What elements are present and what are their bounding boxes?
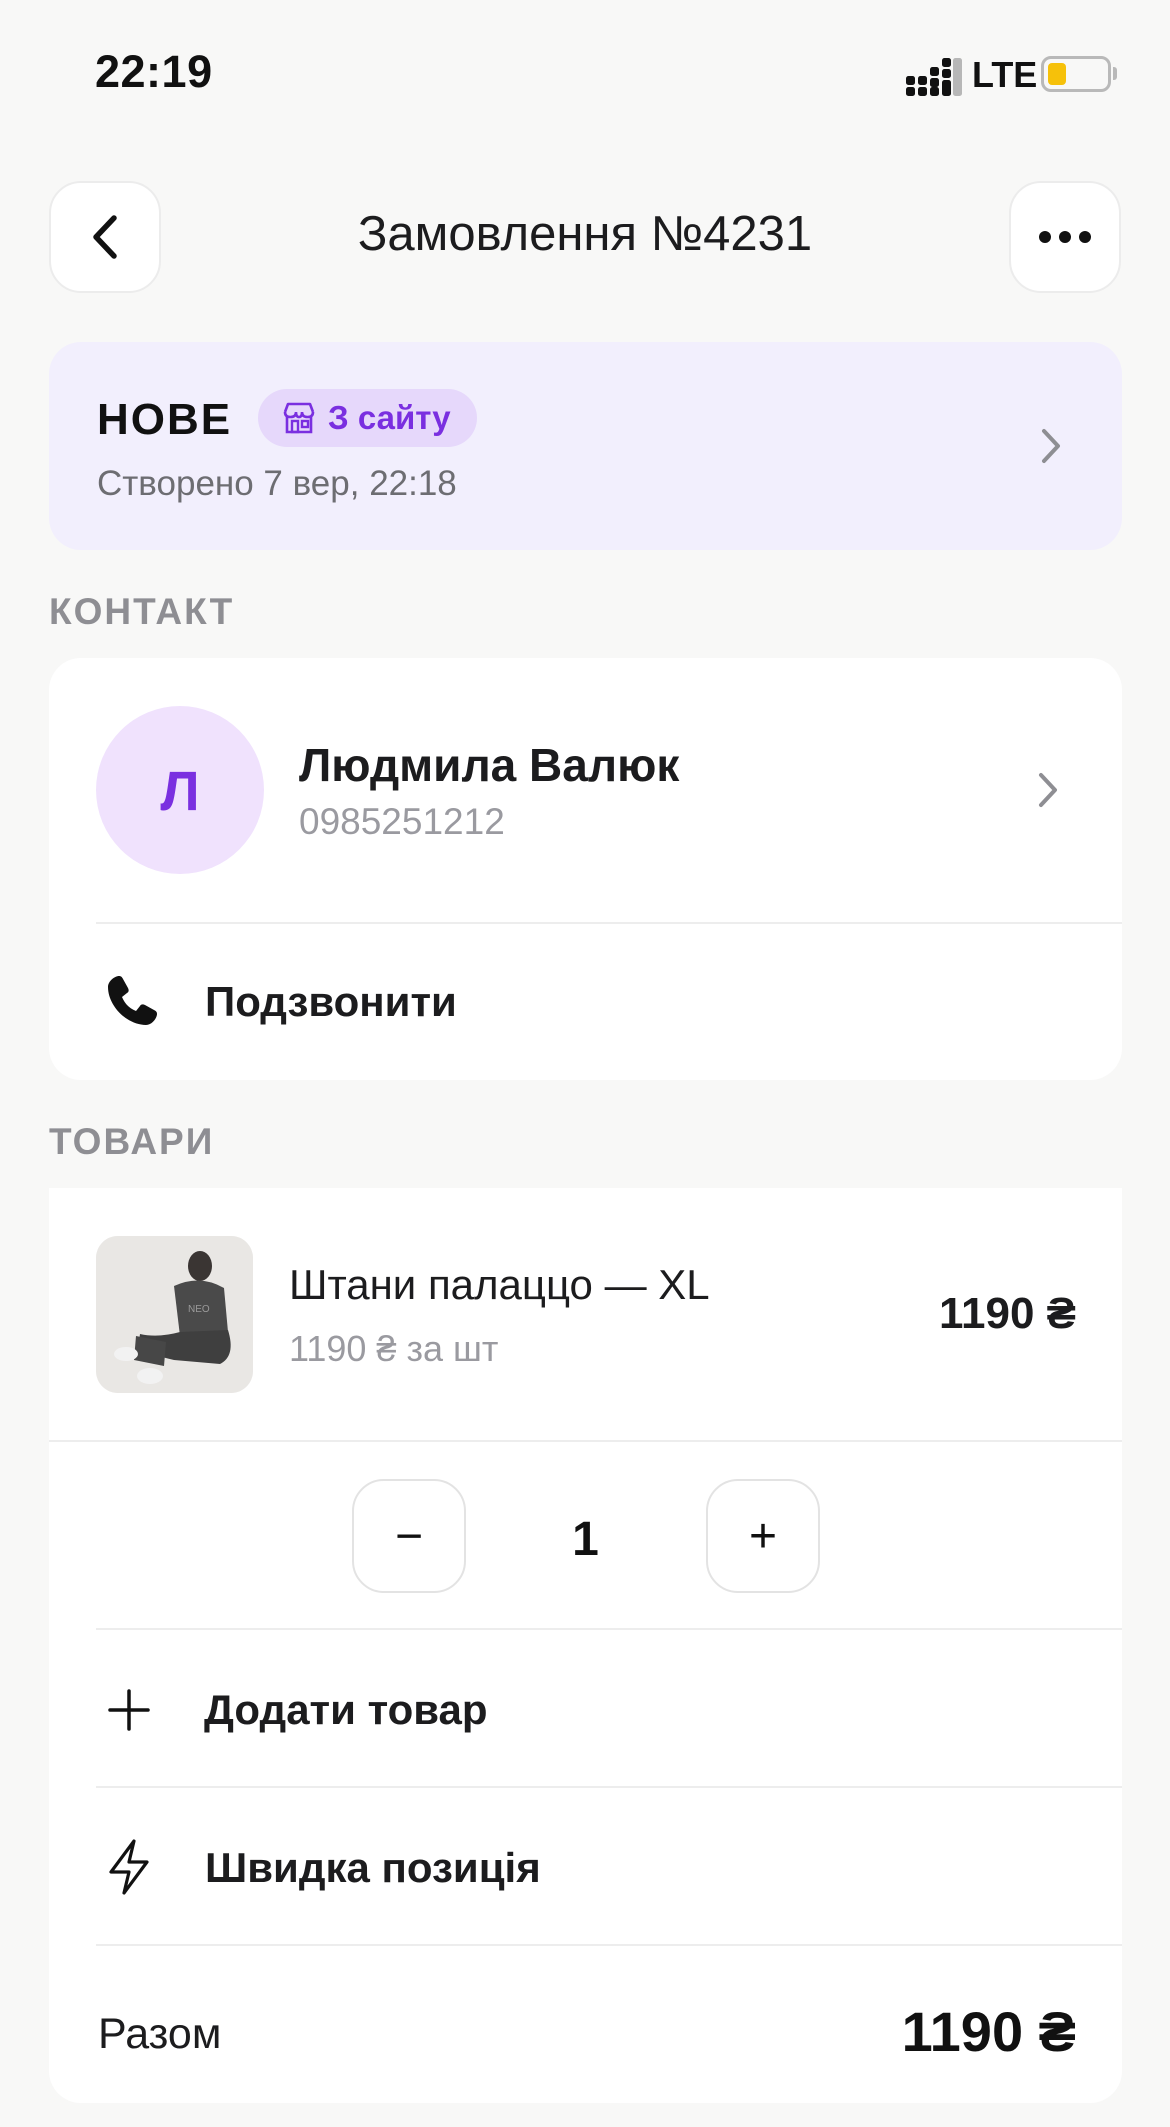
add-item-button[interactable]: Додати товар (49, 1630, 1122, 1786)
lightning-icon (109, 1839, 149, 1895)
quantity-value: 1 (572, 1513, 599, 1566)
total-label: Разом (98, 2010, 222, 2058)
order-status-card[interactable]: НОВЕ З сайту Створено 7 вер, 22:18 (49, 342, 1122, 550)
contact-section-heading: КОНТАКТ (49, 591, 235, 632)
contact-row[interactable]: Л Людмила Валюк 0985251212 (49, 658, 1122, 922)
goods-card: NEO Штани палаццо — XL 1190 ₴ за шт 1190… (49, 1188, 1122, 2103)
order-status-label: НОВЕ (97, 395, 233, 444)
store-icon (283, 402, 315, 434)
order-item-row[interactable]: NEO Штани палаццо — XL 1190 ₴ за шт 1190… (49, 1188, 1122, 1440)
battery-icon (1041, 56, 1111, 92)
order-source-label: З сайту (328, 399, 451, 436)
phone-icon (108, 976, 157, 1025)
product-line-total: 1190 ₴ (938, 1289, 1076, 1338)
more-options-button[interactable] (1009, 181, 1121, 293)
order-source-badge: З сайту (258, 389, 477, 447)
signal-strength-icon (906, 58, 962, 96)
network-type-label: LTE (972, 54, 1038, 95)
contact-card: Л Людмила Валюк 0985251212 Подзвонити (49, 658, 1122, 1080)
divider (96, 1944, 1122, 1946)
quick-item-label: Швидка позиція (205, 1844, 541, 1891)
contact-phone: 0985251212 (299, 801, 505, 842)
product-image: NEO (96, 1236, 253, 1393)
product-unit-price: 1190 ₴ за шт (289, 1328, 499, 1369)
page-title: Замовлення №4231 (357, 207, 813, 261)
product-name: Штани палаццо — XL (289, 1261, 710, 1308)
chevron-right-icon (1039, 773, 1057, 807)
call-button[interactable]: Подзвонити (49, 924, 1122, 1080)
status-bar-time: 22:19 (95, 46, 213, 97)
svg-text:NEO: NEO (188, 1304, 210, 1315)
chevron-right-icon (1042, 429, 1060, 463)
quick-item-button[interactable]: Швидка позиція (49, 1788, 1122, 1944)
battery-tip (1113, 67, 1117, 80)
goods-section-heading: ТОВАРИ (49, 1121, 215, 1162)
order-total-value: 1190 ₴ (901, 2000, 1076, 2063)
call-label: Подзвонити (205, 978, 457, 1025)
avatar: Л (96, 706, 264, 874)
add-item-label: Додати товар (204, 1686, 488, 1733)
order-created-time: Створено 7 вер, 22:18 (97, 464, 457, 503)
divider (49, 1440, 1122, 1442)
contact-name: Людмила Валюк (299, 739, 680, 791)
increase-quantity-button[interactable]: + (706, 1479, 820, 1593)
ellipsis-icon (1039, 231, 1091, 243)
plus-icon (108, 1689, 150, 1731)
